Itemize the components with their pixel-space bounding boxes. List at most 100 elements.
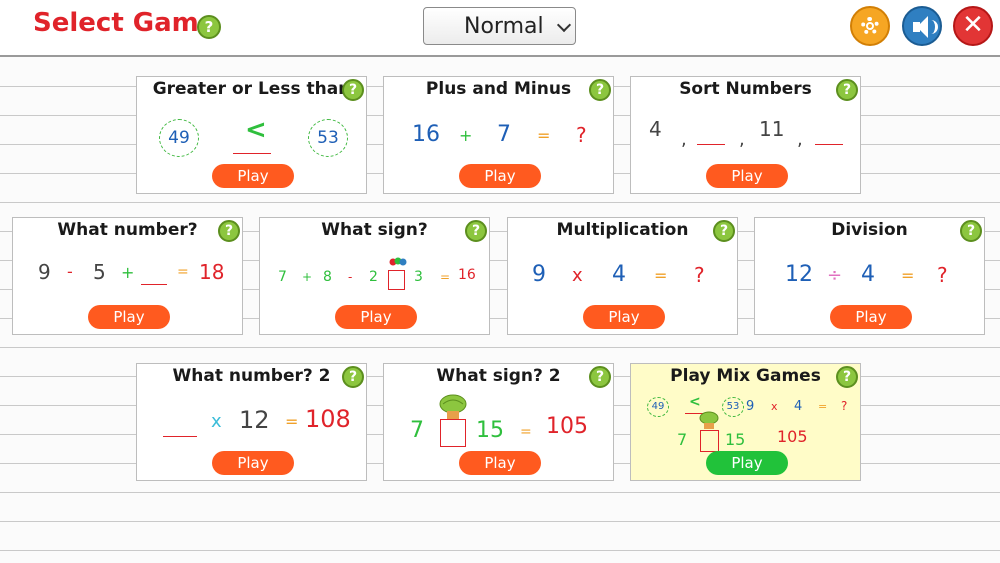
operator: + bbox=[121, 263, 135, 282]
compare-sign: < bbox=[689, 394, 701, 410]
sign-box bbox=[440, 419, 466, 447]
operator: - bbox=[348, 270, 353, 284]
comma: , bbox=[681, 129, 687, 150]
card-what-sign-2[interactable]: What sign? 2 ? 7 15 = 105 Play bbox=[383, 363, 614, 481]
play-button[interactable]: Play bbox=[830, 305, 912, 329]
operator: x bbox=[572, 265, 583, 286]
result: 108 bbox=[305, 405, 351, 433]
operand-b: 5 bbox=[93, 260, 106, 284]
operand-b: 4 bbox=[612, 262, 626, 287]
play-button[interactable]: Play bbox=[459, 451, 541, 475]
help-icon[interactable]: ? bbox=[589, 79, 611, 101]
help-icon[interactable]: ? bbox=[197, 15, 221, 39]
help-icon[interactable]: ? bbox=[836, 79, 858, 101]
comma: , bbox=[739, 129, 745, 150]
card-title: Play Mix Games bbox=[670, 366, 821, 386]
help-icon[interactable]: ? bbox=[342, 79, 364, 101]
card-title: Sort Numbers bbox=[679, 79, 812, 99]
equals-sign: = bbox=[901, 266, 915, 285]
difficulty-select[interactable]: Normal bbox=[423, 7, 576, 45]
result: ? bbox=[841, 399, 848, 413]
play-button[interactable]: Play bbox=[459, 164, 541, 188]
play-button[interactable]: Play bbox=[335, 305, 417, 329]
play-button[interactable]: Play bbox=[706, 164, 788, 188]
card-what-sign[interactable]: What sign? ? 7 + 8 - 2 3 = 16 Play bbox=[259, 217, 490, 335]
card-title: What number? 2 bbox=[172, 366, 331, 386]
result: 105 bbox=[777, 427, 808, 446]
operand-b: 8 bbox=[323, 269, 332, 285]
operand-a: 12 bbox=[785, 262, 813, 287]
equals-sign: = bbox=[440, 270, 451, 284]
number-first: 4 bbox=[649, 117, 662, 141]
operator: x bbox=[211, 411, 222, 432]
equals-sign: = bbox=[177, 264, 189, 280]
play-button[interactable]: Play bbox=[583, 305, 665, 329]
equals-sign: = bbox=[285, 412, 299, 431]
play-button[interactable]: Play bbox=[212, 164, 294, 188]
help-icon[interactable]: ? bbox=[218, 220, 240, 242]
help-icon[interactable]: ? bbox=[836, 366, 858, 388]
settings-gear-icon[interactable] bbox=[850, 6, 890, 46]
card-multiplication[interactable]: Multiplication ? 9 x 4 = ? Play bbox=[507, 217, 738, 335]
operand-b: 12 bbox=[239, 406, 270, 434]
card-plus-minus[interactable]: Plus and Minus ? 16 + 7 = ? Play bbox=[383, 76, 614, 194]
close-icon[interactable]: ✕ bbox=[953, 6, 993, 46]
sign-box bbox=[700, 430, 719, 452]
play-button[interactable]: Play bbox=[706, 451, 788, 475]
sign-box bbox=[388, 270, 405, 290]
help-icon[interactable]: ? bbox=[465, 220, 487, 242]
operand-a: 9 bbox=[38, 260, 51, 284]
operand-a: 16 bbox=[412, 122, 440, 147]
page-title: Select Game bbox=[33, 8, 217, 38]
number-bubble-left: 49 bbox=[159, 119, 199, 157]
chevron-down-icon bbox=[556, 17, 572, 33]
speaker-icon[interactable] bbox=[902, 6, 942, 46]
operand-a: 9 bbox=[746, 399, 755, 414]
result: 18 bbox=[199, 260, 225, 284]
operator: - bbox=[67, 262, 73, 281]
play-button[interactable]: Play bbox=[88, 305, 170, 329]
play-button[interactable]: Play bbox=[212, 451, 294, 475]
difficulty-value: Normal bbox=[464, 14, 544, 39]
answer-blank bbox=[163, 436, 197, 437]
equals-sign: = bbox=[654, 266, 668, 285]
operand-a: 7 bbox=[410, 418, 424, 443]
help-icon[interactable]: ? bbox=[713, 220, 735, 242]
equals-sign: = bbox=[520, 424, 532, 440]
card-greater-less[interactable]: Greater or Less than ? 49 < 53 Play bbox=[136, 76, 367, 194]
operator: + bbox=[302, 270, 313, 284]
result: 105 bbox=[546, 414, 588, 439]
help-icon[interactable]: ? bbox=[589, 366, 611, 388]
help-icon[interactable]: ? bbox=[342, 366, 364, 388]
number-bubble-right: 53 bbox=[308, 119, 348, 157]
card-title: Division bbox=[831, 220, 908, 240]
operator: ÷ bbox=[827, 265, 843, 286]
card-mix-games[interactable]: Play Mix Games ? 49 < 53 9 x 4 = ? 7 15 … bbox=[630, 363, 861, 481]
help-icon[interactable]: ? bbox=[960, 220, 982, 242]
result: 16 bbox=[458, 267, 476, 283]
card-title: Plus and Minus bbox=[425, 79, 572, 99]
answer-blank bbox=[141, 284, 167, 285]
result: ? bbox=[694, 263, 705, 287]
operand-a: 7 bbox=[278, 269, 287, 285]
card-title: What sign? bbox=[321, 220, 428, 240]
card-what-number[interactable]: What number? ? 9 - 5 + = 18 Play bbox=[12, 217, 243, 335]
card-sort-numbers[interactable]: Sort Numbers ? 4 , , 11 , Play bbox=[630, 76, 861, 194]
result: ? bbox=[576, 123, 587, 147]
top-bar: Select Game ? Normal ✕ bbox=[0, 0, 1000, 57]
equals-sign: = bbox=[818, 400, 828, 413]
number-third: 11 bbox=[759, 117, 785, 141]
card-title: What sign? 2 bbox=[436, 366, 561, 386]
card-what-number-2[interactable]: What number? 2 ? x 12 = 108 Play bbox=[136, 363, 367, 481]
number-bubble-left: 49 bbox=[647, 397, 669, 417]
answer-blank bbox=[815, 144, 843, 145]
answer-blank bbox=[697, 144, 725, 145]
operand-a: 9 bbox=[532, 262, 546, 287]
operand-b: 4 bbox=[861, 262, 875, 287]
operand-b: 15 bbox=[476, 418, 504, 443]
operand-a: 7 bbox=[677, 430, 688, 449]
card-division[interactable]: Division ? 12 ÷ 4 = ? Play bbox=[754, 217, 985, 335]
operand-b: 15 bbox=[725, 430, 746, 449]
card-title: Multiplication bbox=[556, 220, 689, 240]
card-title: Greater or Less than bbox=[152, 79, 351, 99]
